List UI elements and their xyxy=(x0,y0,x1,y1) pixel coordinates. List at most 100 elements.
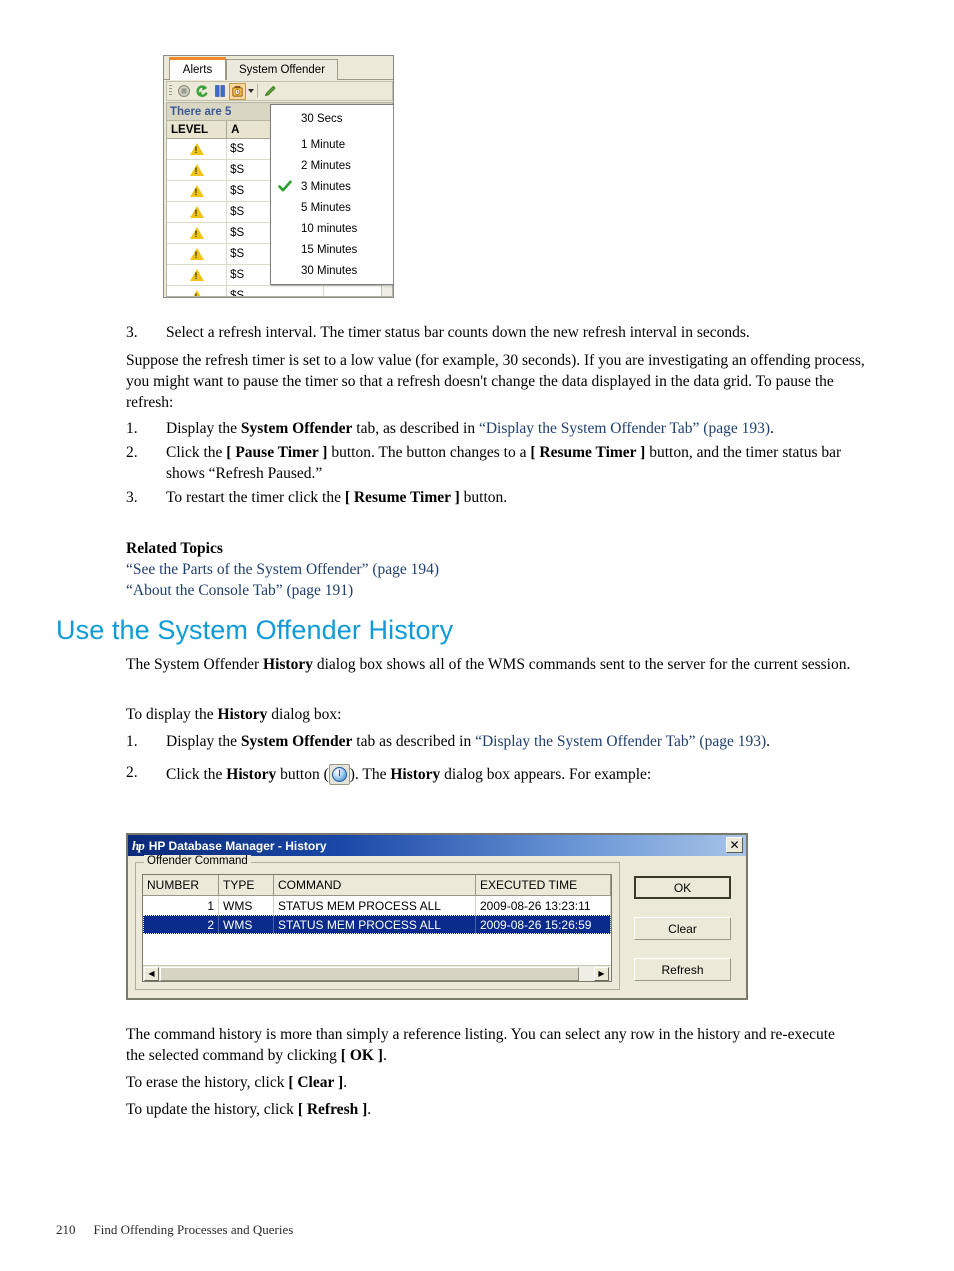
closing-pre: The command history is more than simply … xyxy=(126,1026,835,1064)
tab-alerts[interactable]: Alerts xyxy=(169,57,226,80)
menu-item-30-secs[interactable]: 30 Secs xyxy=(271,108,393,129)
menu-item-10-minutes[interactable]: 10 minutes xyxy=(271,218,393,239)
history-clock-icon xyxy=(328,764,350,785)
scroll-right-icon[interactable]: ▶ xyxy=(594,966,609,981)
step-bold-pause-timer: [ Pause Timer ] xyxy=(226,444,328,461)
cell-executed-time: 2009-08-26 15:26:59 xyxy=(476,915,611,934)
column-header-executed-time[interactable]: EXECUTED TIME xyxy=(476,875,611,895)
step-text-mid: tab as described in xyxy=(352,733,476,750)
warning-icon xyxy=(167,160,228,180)
step-text-mid: button ( xyxy=(276,766,329,783)
history-table-header: NUMBER TYPE COMMAND EXECUTED TIME xyxy=(143,875,611,896)
menu-item-1-minute[interactable]: 1 Minute xyxy=(271,134,393,155)
step-text-mid: button. The button changes to a xyxy=(327,444,531,461)
closing-bold-ok: [ OK ] xyxy=(340,1047,383,1064)
list-number: 3. xyxy=(126,489,138,506)
cell-number: 1 xyxy=(143,896,219,915)
closing-pre: To erase the history, click xyxy=(126,1074,289,1091)
refresh-button[interactable]: Refresh xyxy=(634,958,731,981)
clear-button[interactable]: Clear xyxy=(634,917,731,940)
chevron-down-icon[interactable] xyxy=(248,89,254,93)
warning-icon xyxy=(167,244,228,264)
refresh-interval-icon[interactable] xyxy=(229,82,246,100)
ok-button[interactable]: OK xyxy=(634,876,731,899)
table-row[interactable]: 1 WMS STATUS MEM PROCESS ALL 2009-08-26 … xyxy=(143,896,611,915)
stop-icon[interactable] xyxy=(175,83,192,100)
dialog-title-bar[interactable]: hp HP Database Manager - History ✕ xyxy=(128,835,746,856)
pause-steps-list: 1. Display the System Offender tab, as d… xyxy=(126,418,871,508)
tab-strip: Alerts System Offender xyxy=(164,56,393,80)
tab-system-offender[interactable]: System Offender xyxy=(226,59,338,80)
groupbox-label: Offender Command xyxy=(144,855,251,867)
list-number: 3. xyxy=(126,324,138,341)
warning-icon xyxy=(167,139,228,159)
column-header-level[interactable]: LEVEL xyxy=(167,121,228,138)
dialog-title-text: HP Database Manager - History xyxy=(148,838,327,853)
menu-item-label: 30 Secs xyxy=(301,112,343,125)
link-see-parts-system-offender[interactable]: “See the Parts of the System Offender” (… xyxy=(126,561,439,578)
intro-post: dialog box shows all of the WMS commands… xyxy=(312,656,851,673)
list-item: 1. Display the System Offender tab, as d… xyxy=(126,418,871,439)
link-about-console-tab[interactable]: “About the Console Tab” (page 191) xyxy=(126,582,353,599)
pause-timer-icon[interactable] xyxy=(211,83,228,100)
menu-item-label: 15 Minutes xyxy=(301,243,358,256)
related-topics: Related Topics “See the Parts of the Sys… xyxy=(126,538,871,601)
column-header-command[interactable]: COMMAND xyxy=(274,875,476,895)
intro-bold-history: History xyxy=(263,656,313,673)
cell-type: WMS xyxy=(219,915,274,934)
list-item: 2. Click the [ Pause Timer ] button. The… xyxy=(126,442,871,484)
cell-command: STATUS MEM PROCESS ALL xyxy=(274,896,476,915)
closing-post: . xyxy=(367,1101,372,1118)
hp-logo-icon: hp xyxy=(132,838,145,853)
closing-post: . xyxy=(343,1074,348,1091)
link-display-system-offender-tab[interactable]: “Display the System Offender Tab” (page … xyxy=(475,733,766,750)
horizontal-scrollbar[interactable]: ◀ ▶ xyxy=(143,965,611,981)
column-header-type[interactable]: TYPE xyxy=(219,875,274,895)
list-number: 1. xyxy=(126,733,138,750)
warning-icon xyxy=(167,265,228,285)
refresh-icon[interactable] xyxy=(193,83,210,100)
closing-post: . xyxy=(382,1047,387,1064)
menu-item-15-minutes[interactable]: 15 Minutes xyxy=(271,239,393,260)
step-text-pre: Display the xyxy=(166,733,241,750)
list-number: 2. xyxy=(126,764,138,781)
history-dialog: hp HP Database Manager - History ✕ Offen… xyxy=(126,833,748,1000)
step-text-pre: Display the xyxy=(166,420,241,437)
menu-item-label: 5 Minutes xyxy=(301,201,351,214)
column-header-number[interactable]: NUMBER xyxy=(143,875,219,895)
step-bold-history: History xyxy=(226,766,277,783)
step-bold-resume-timer: [ Resume Timer ] xyxy=(344,489,460,506)
table-row-selected[interactable]: 2 WMS STATUS MEM PROCESS ALL 2009-08-26 … xyxy=(143,915,611,934)
scrollbar-thumb[interactable] xyxy=(160,966,579,981)
intro-pre: The System Offender xyxy=(126,656,264,673)
step-text-pre: Click the xyxy=(166,766,227,783)
menu-item-30-minutes[interactable]: 30 Minutes xyxy=(271,260,393,281)
paragraph-erase-history: To erase the history, click [ Clear ]. xyxy=(126,1072,846,1093)
menu-item-label: 2 Minutes xyxy=(301,159,351,172)
menu-item-3-minutes[interactable]: 3 Minutes xyxy=(271,176,393,197)
cell-command: STATUS MEM PROCESS ALL xyxy=(274,915,476,934)
edit-pencil-icon[interactable] xyxy=(261,83,278,100)
table-row[interactable]: $S xyxy=(167,286,392,296)
list-item: Select a refresh interval. The timer sta… xyxy=(166,324,750,341)
step-text-post: . xyxy=(770,420,774,437)
history-table: NUMBER TYPE COMMAND EXECUTED TIME 1 WMS … xyxy=(142,874,612,982)
step-bold-resume-timer: [ Resume Timer ] xyxy=(530,444,646,461)
link-display-system-offender-tab[interactable]: “Display the System Offender Tab” (page … xyxy=(479,420,770,437)
menu-item-2-minutes[interactable]: 2 Minutes xyxy=(271,155,393,176)
toolbar-grip[interactable] xyxy=(169,85,172,97)
refresh-interval-menu: 30 Secs 1 Minute 2 Minutes 3 Minutes 5 M… xyxy=(270,104,393,285)
tab-system-offender-label: System Offender xyxy=(238,64,326,76)
timer-status-text: There are 5 xyxy=(170,105,232,118)
display-pre: To display the xyxy=(126,706,218,723)
display-bold-history: History xyxy=(217,706,268,723)
close-icon[interactable]: ✕ xyxy=(726,837,743,853)
warning-icon xyxy=(167,181,228,201)
menu-item-label: 3 Minutes xyxy=(301,180,351,193)
step-bold-system-offender: System Offender xyxy=(240,420,353,437)
list-item: 1. Display the System Offender tab as de… xyxy=(126,731,871,752)
paragraph-command-history: The command history is more than simply … xyxy=(126,1024,846,1066)
scroll-left-icon[interactable]: ◀ xyxy=(144,966,159,981)
menu-item-5-minutes[interactable]: 5 Minutes xyxy=(271,197,393,218)
menu-item-label: 1 Minute xyxy=(301,138,346,151)
